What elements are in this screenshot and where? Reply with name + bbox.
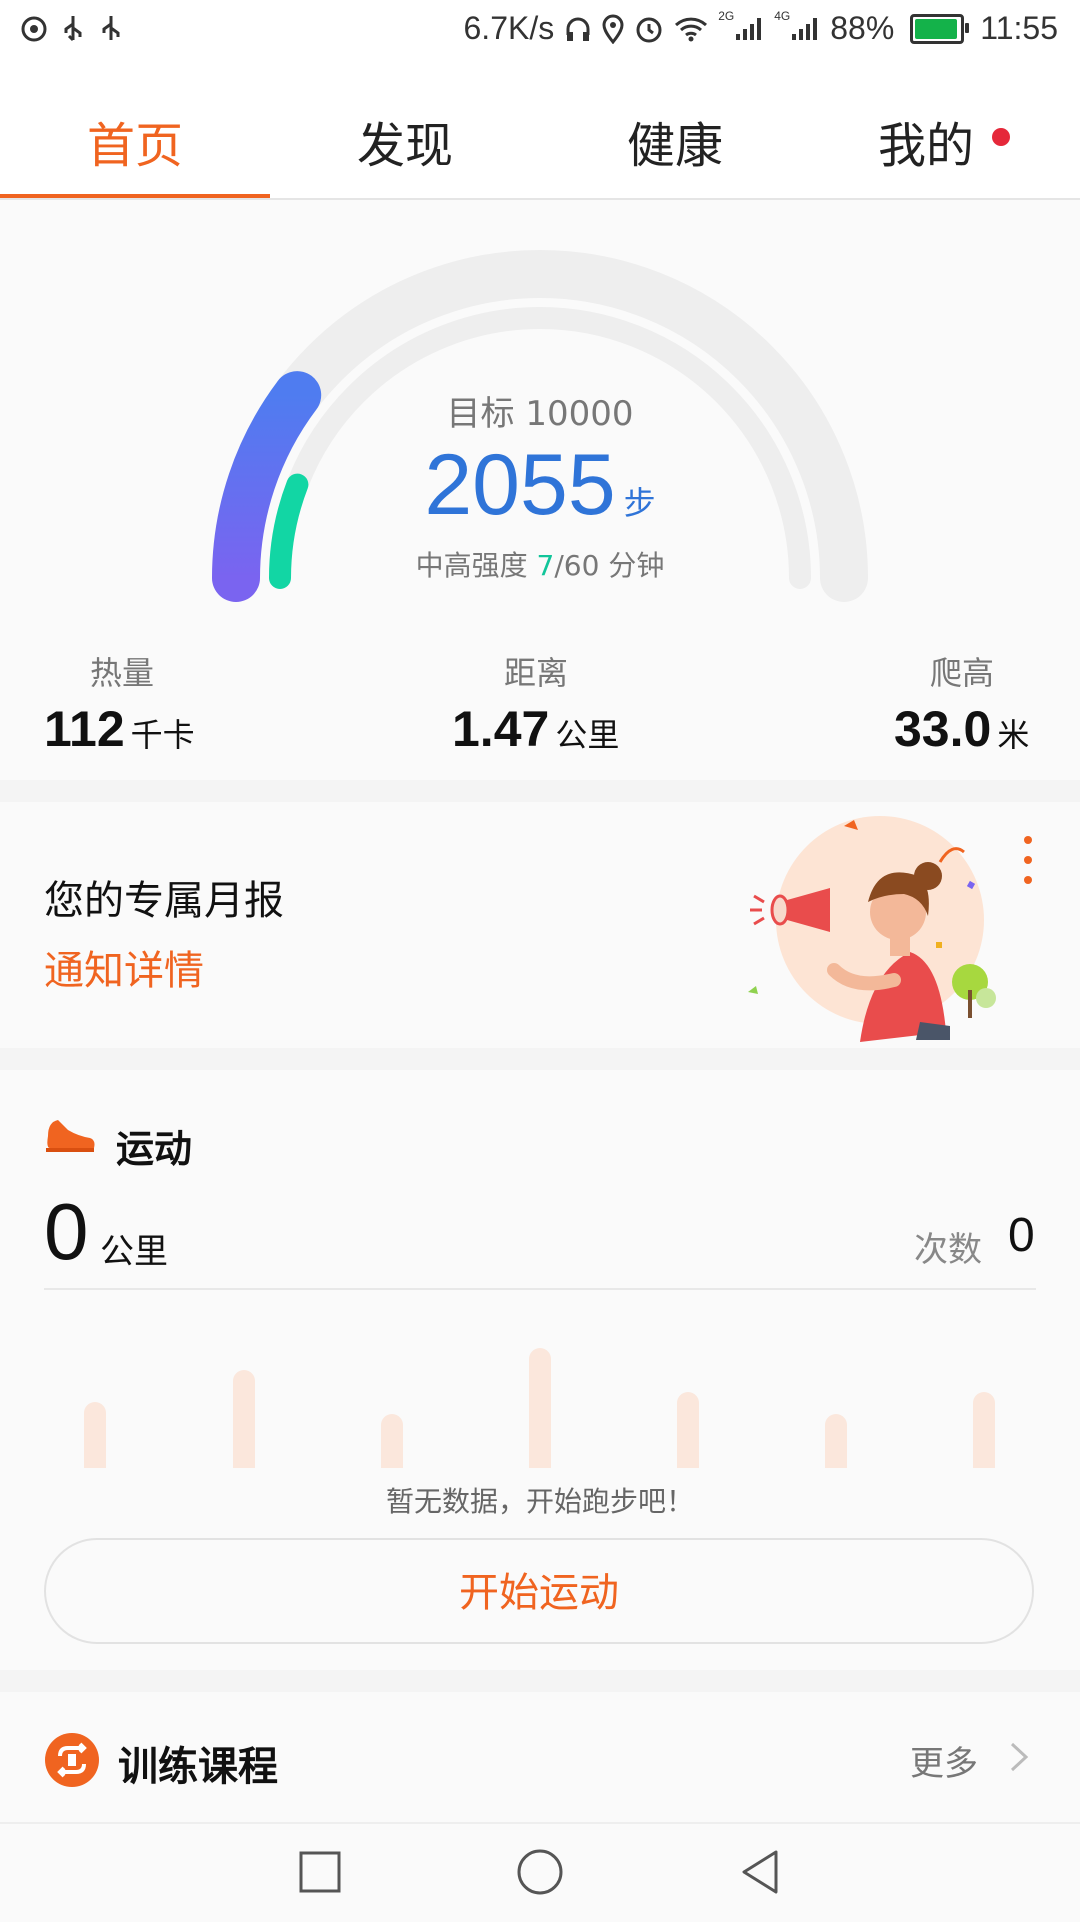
stat-unit: 米 — [997, 716, 1030, 754]
more-options-icon[interactable] — [1024, 836, 1034, 896]
tab-home[interactable]: 首页 — [0, 106, 270, 176]
placeholder-bar — [84, 1402, 106, 1468]
stat-value: 1.47 — [452, 701, 550, 757]
stat-unit: 千卡 — [130, 716, 195, 754]
signal-icon — [736, 17, 762, 40]
step-count-value: 2055 — [424, 437, 616, 533]
step-count: 2055 步 — [0, 436, 1080, 535]
placeholder-bar — [677, 1392, 699, 1468]
megaphone-woman-illustration — [748, 816, 996, 1042]
sport-count-value: 0 — [1008, 1209, 1035, 1262]
network-2g-label: 2G — [718, 9, 735, 23]
stat-distance[interactable]: 距离 — [504, 648, 568, 694]
report-title: 您的专属月报 — [44, 878, 284, 924]
intensity-label: 中高强度 — [415, 549, 537, 582]
tab-health[interactable]: 健康 — [540, 106, 810, 176]
stat-calories-value: 112 千卡 — [44, 700, 195, 758]
tab-discover[interactable]: 发现 — [270, 106, 540, 176]
notification-badge — [992, 128, 1010, 146]
sync-icon — [21, 16, 47, 42]
alarm-icon — [636, 17, 662, 42]
start-workout-button[interactable]: 开始运动 — [44, 1538, 1034, 1644]
stat-distance-value: 1.47 公里 — [452, 700, 619, 758]
running-shoe-icon — [46, 1120, 95, 1152]
intensity-value: 7 — [536, 549, 555, 582]
intensity-total: /60 分钟 — [554, 549, 665, 582]
back-icon[interactable] — [738, 1848, 782, 1896]
signal-icon — [792, 17, 818, 40]
network-speed: 6.7K/s — [463, 10, 555, 46]
usb-icon — [102, 16, 120, 40]
stat-label: 距离 — [504, 654, 569, 692]
steps-goal: 目标 10000 — [446, 394, 634, 434]
stat-climb[interactable]: 爬高 — [930, 648, 994, 694]
stat-value: 33.0 — [894, 701, 992, 757]
stat-label: 爬高 — [930, 654, 995, 692]
battery-percent: 88% — [830, 10, 895, 46]
stat-unit: 公里 — [555, 716, 620, 754]
placeholder-bar — [825, 1414, 847, 1468]
clock: 11:55 — [980, 10, 1058, 46]
course-more-link[interactable]: 更多 — [910, 1736, 978, 1785]
network-4g-label: 4G — [774, 9, 791, 23]
home-icon[interactable] — [516, 1848, 564, 1896]
headphones-icon — [566, 17, 590, 41]
sport-title: 运动 — [116, 1127, 193, 1171]
report-details-link[interactable]: 通知详情 — [44, 938, 204, 996]
sport-count-label: 次数 — [914, 1230, 982, 1270]
intensity-minutes: 中高强度 7/60 分钟 — [0, 544, 1080, 584]
status-icons-right: 6.7K/s 2G 4G 88% 11:55 — [464, 10, 1059, 47]
stat-climb-value: 33.0 米 — [894, 700, 1029, 758]
placeholder-bar-chart — [0, 1290, 1080, 1468]
tab-me[interactable]: 我的 — [790, 106, 1060, 176]
stat-label: 热量 — [90, 654, 155, 692]
chevron-right-icon[interactable] — [1008, 1740, 1030, 1774]
step-count-unit: 步 — [623, 484, 656, 522]
stat-value: 112 — [44, 701, 125, 757]
status-bar: 6.7K/s 2G 4G 88% 11:55 — [0, 0, 1080, 70]
sport-distance-value: 0 — [44, 1187, 89, 1276]
course-title: 训练课程 — [118, 1744, 278, 1790]
no-data-message: 暂无数据，开始跑步吧！ — [385, 1485, 694, 1518]
placeholder-bar — [233, 1370, 255, 1468]
battery-icon — [910, 13, 970, 44]
placeholder-bar — [381, 1414, 403, 1468]
wifi-icon — [675, 17, 708, 41]
placeholder-bar — [529, 1348, 551, 1468]
sport-distance-unit: 公里 — [100, 1232, 168, 1272]
placeholder-bar — [973, 1392, 995, 1468]
stat-calories[interactable]: 热量 — [90, 648, 154, 694]
location-icon — [602, 14, 624, 44]
usb-icon — [64, 16, 82, 42]
training-course-icon — [45, 1733, 99, 1787]
recent-apps-icon[interactable] — [298, 1850, 342, 1894]
status-icons-left — [20, 14, 124, 44]
